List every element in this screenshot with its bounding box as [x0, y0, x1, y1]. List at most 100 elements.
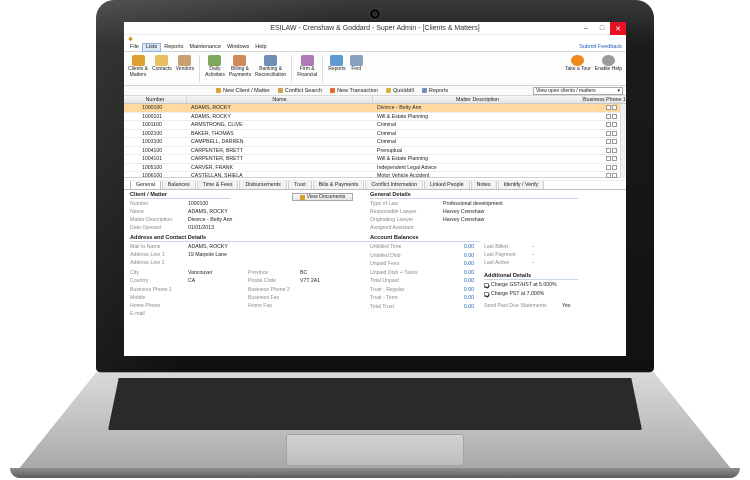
tab-bills-payments[interactable]: Bills & Payments	[312, 180, 365, 189]
row-action-icon[interactable]	[606, 130, 611, 136]
last-active-label: Last Active	[484, 260, 510, 266]
laptop-front-edge	[10, 468, 740, 478]
column-matter-description[interactable]: Matter Description	[373, 96, 583, 103]
column-name[interactable]: Name	[187, 96, 373, 103]
responsible-lawyer-label: Responsible Lawyer	[370, 209, 417, 215]
row-action-icon[interactable]	[606, 164, 611, 170]
table-row[interactable]: 1004100 CARPENTER, BRETT Prenuptual	[124, 147, 626, 155]
maximize-button[interactable]: □	[594, 22, 610, 35]
ribbon-clients-matters-button[interactable]: Clients & Matters	[128, 55, 148, 78]
ribbon-firm-button[interactable]: Firm & Financial	[297, 55, 317, 78]
toolbar-new-client-matter-button[interactable]: New Client / Matter	[216, 88, 270, 94]
ribbon-firm-button-label: Firm & Financial	[297, 66, 318, 78]
table-row[interactable]: 1000100 ADAMS, ROCKY Divorce - Betty Ann	[124, 104, 626, 113]
table-row[interactable]: 1002100 BAKER, THOMAS Criminal	[124, 130, 626, 138]
tab-linked-people[interactable]: Linked People	[424, 180, 470, 189]
quick-access-icon[interactable]: ✱	[128, 36, 133, 43]
tab-trust[interactable]: Trust	[287, 180, 312, 189]
row-action-icon[interactable]	[612, 164, 617, 170]
charge-pst-checkbox[interactable]: Charge PST at 7.000%	[484, 291, 544, 297]
view-filter-value: View open clients / matters	[536, 87, 596, 94]
last-payment-label: Last Payment	[484, 252, 516, 258]
tab-identify-verify[interactable]: Identify / Verify	[497, 180, 545, 189]
ribbon-find-button[interactable]: Find	[349, 55, 363, 73]
toolbar-quickbill-button[interactable]: Quickbill	[386, 88, 414, 94]
take-a-tour-button[interactable]: Take a Tour	[565, 55, 591, 73]
charge-gst-checkbox[interactable]: Charge GST/HST at 5.000%	[484, 282, 557, 288]
general-details-heading: General Details	[370, 192, 578, 199]
menu-file[interactable]: File	[127, 43, 142, 52]
laptop-mockup: ESILAW - Crenshaw & Goddard - Super Admi…	[0, 0, 750, 480]
tab-time-fees[interactable]: Time & Fees	[196, 180, 239, 189]
menu-help[interactable]: Help	[252, 43, 269, 52]
menu-lists[interactable]: Lists	[141, 42, 162, 52]
row-action-icon[interactable]	[606, 173, 611, 179]
row-action-icon[interactable]	[612, 139, 617, 145]
ribbon-contacts-button[interactable]: Contacts	[152, 55, 172, 73]
tab-conflict-information[interactable]: Conflict Information	[365, 180, 424, 189]
row-action-icon[interactable]	[606, 156, 611, 162]
menu-maintenance[interactable]: Maintenance	[186, 43, 224, 52]
toolbar-reports-button[interactable]: Reports	[421, 88, 448, 94]
contacts-icon	[155, 55, 169, 66]
tab-notes[interactable]: Notes	[470, 180, 497, 189]
ribbon-billing-button[interactable]: Billing & Payments	[229, 55, 251, 78]
column-business-phone[interactable]: Business Phone 1	[583, 96, 626, 103]
ribbon-banking-button-label: Banking & Reconciliation	[255, 66, 287, 78]
row-action-icon[interactable]	[612, 147, 617, 153]
row-action-icon[interactable]	[606, 122, 611, 128]
menu-windows[interactable]: Windows	[224, 43, 252, 52]
table-row[interactable]: 1003100 CAMPBELL, DARREN Criminal	[124, 138, 626, 147]
city-label: City	[130, 270, 139, 276]
tab-general[interactable]: General	[130, 180, 161, 189]
view-documents-button[interactable]: View Documents	[292, 193, 353, 201]
row-action-icon[interactable]	[612, 105, 617, 111]
table-row[interactable]: 1001100 ARMSTRONG, CLIVE Criminal	[124, 121, 626, 130]
daily-activities-icon	[208, 55, 222, 66]
toolbar-new-transaction-button[interactable]: New Transaction	[330, 88, 378, 94]
tab-disbursements[interactable]: Disbursements	[239, 180, 287, 189]
postal-code-label: Postal Code	[248, 278, 277, 284]
business-phone1-label: Business Phone 1	[130, 287, 172, 293]
mail-to-name-label: Mail to Name	[130, 244, 161, 250]
balance-value: 0.00	[463, 295, 474, 301]
row-action-icon[interactable]	[612, 122, 617, 128]
minimize-button[interactable]: –	[578, 22, 594, 35]
toolbar-item-label: Conflict Search	[284, 87, 323, 94]
home-fax-label: Home Fax	[248, 303, 272, 309]
grid-scrollbar[interactable]	[620, 104, 626, 178]
name-value: ADAMS, ROCKY	[188, 209, 228, 215]
table-row[interactable]: 1006100 CASTELLAN, SHIELA Motor Vehicle Ac…	[124, 172, 626, 181]
submit-feedback-link[interactable]: Submit Feedback	[579, 44, 622, 50]
row-action-icon[interactable]	[612, 156, 617, 162]
cell-number: 1000101	[142, 113, 163, 120]
row-action-icon[interactable]	[612, 173, 617, 179]
menu-reports[interactable]: Reports	[161, 43, 186, 52]
cell-matter-description: Divorce - Betty Ann	[377, 105, 422, 111]
ribbon-banking-button[interactable]: Banking & Reconciliation	[255, 55, 286, 78]
row-action-icon[interactable]	[606, 139, 611, 145]
table-row[interactable]: 1000101 ADAMS, ROCKY Will & Estate Plannin…	[124, 113, 626, 121]
last-active-value: -	[532, 260, 534, 266]
ribbon-reports-button[interactable]: Reports	[328, 55, 346, 73]
column-number[interactable]: Number	[124, 96, 187, 103]
cell-name: ADAMS, ROCKY	[191, 113, 231, 120]
ribbon-separator	[322, 55, 324, 83]
toolbar-item-label: New Client / Matter	[223, 87, 270, 94]
ribbon-daily-activities-button[interactable]: Daily Activities	[205, 55, 225, 78]
row-action-icon[interactable]	[612, 130, 617, 136]
enable-help-button[interactable]: Enable Help	[595, 55, 622, 73]
toolbar-conflict-search-button[interactable]: Conflict Search	[277, 87, 323, 94]
ribbon-billing-button-label: Billing & Payments	[228, 66, 252, 78]
row-action-icon[interactable]	[606, 147, 611, 153]
table-row[interactable]: 1004101 CARPENTER, BRETT Will & Estate Pla…	[124, 155, 626, 164]
tab-balances[interactable]: Balances	[161, 180, 196, 189]
row-action-icon[interactable]	[606, 105, 611, 111]
view-filter-select[interactable]: View open clients / matters ▾	[533, 86, 623, 95]
balance-label: Trust - Term	[370, 295, 398, 301]
row-action-icon[interactable]	[606, 113, 611, 119]
close-button[interactable]: ✕	[610, 22, 626, 35]
table-row[interactable]: 1005100 CARVER, FRANK Independent Legal Ad…	[124, 164, 626, 172]
ribbon-vendors-button[interactable]: Vendors	[176, 55, 194, 73]
row-action-icon[interactable]	[612, 113, 617, 119]
